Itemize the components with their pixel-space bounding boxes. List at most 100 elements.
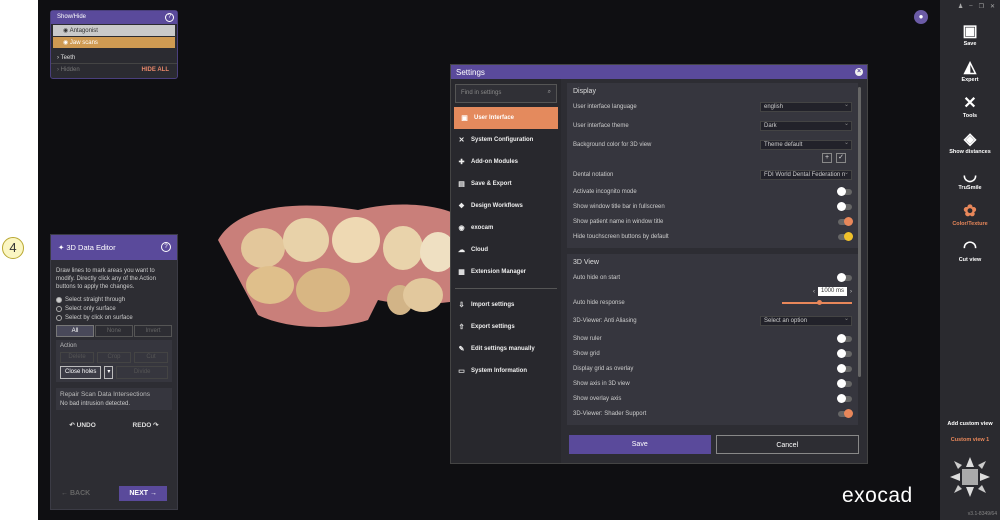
- puzzle-icon: ✚: [458, 159, 465, 166]
- hide-all-button[interactable]: HIDE ALL: [142, 67, 169, 73]
- crop-button[interactable]: Crop: [97, 352, 131, 363]
- settings-search-input[interactable]: Find in settings ⌕: [455, 84, 557, 103]
- action-section: Action Delete Crop Cut Close holes ▾ Div…: [56, 340, 172, 382]
- step-marker: 4: [2, 237, 24, 259]
- menu-addon-modules[interactable]: ✚ Add-on Modules: [451, 151, 561, 173]
- cut-view-icon: ◠: [963, 239, 977, 256]
- close-icon[interactable]: ✕: [990, 3, 995, 10]
- undo-button[interactable]: ↶ UNDO: [69, 421, 95, 429]
- menu-user-interface[interactable]: ▣ User Interface: [454, 107, 558, 129]
- help-icon[interactable]: ?: [161, 242, 171, 252]
- theme-select[interactable]: Dark: [760, 120, 852, 131]
- cut-view-button[interactable]: ◠ Cut view: [940, 232, 1000, 263]
- menu-save-export[interactable]: ▤ Save & Export: [451, 173, 561, 195]
- teeth-group[interactable]: › Teeth: [51, 49, 177, 64]
- add-color-button[interactable]: +: [822, 153, 832, 163]
- trusmile-icon: ◡: [963, 167, 977, 184]
- add-custom-view-button[interactable]: Add custom view: [940, 421, 1000, 427]
- save-icon: ▤: [458, 181, 465, 188]
- toggle-auto-hide[interactable]: [837, 273, 852, 282]
- background-select[interactable]: Theme default: [760, 139, 852, 150]
- version-label: v3.1-8349/64: [967, 511, 997, 517]
- export-icon: ⇧: [458, 324, 465, 331]
- cancel-button[interactable]: Cancel: [715, 435, 859, 454]
- expert-button[interactable]: ◭ Expert: [940, 52, 1000, 83]
- user-icon[interactable]: ♟: [958, 3, 963, 10]
- minimize-icon[interactable]: –: [969, 3, 972, 9]
- close-icon[interactable]: ×: [855, 68, 863, 76]
- editor-description: Draw lines to mark areas you want to mod…: [56, 268, 156, 290]
- settings-menu: Find in settings ⌕ ▣ User Interface ✕ Syste…: [451, 79, 561, 463]
- language-select[interactable]: english: [760, 101, 852, 112]
- restore-icon[interactable]: ❐: [979, 3, 984, 10]
- toggle-jaw-scans[interactable]: ◉ Jaw scans: [53, 37, 175, 48]
- radio-click-surface[interactable]: Select by click on surface: [51, 313, 177, 322]
- menu-export-settings[interactable]: ⇧ Export settings: [451, 316, 561, 338]
- toggle-patient-name[interactable]: [838, 217, 853, 226]
- editor-title: 3D Data Editor: [66, 243, 116, 252]
- response-slider[interactable]: [782, 300, 852, 305]
- response-value[interactable]: 1000 ms: [817, 287, 847, 296]
- import-icon: ⇩: [458, 302, 465, 309]
- toggle-touchscreen-buttons[interactable]: [838, 232, 853, 241]
- cut-button[interactable]: Cut: [134, 352, 168, 363]
- tools-button[interactable]: ✕ Tools: [940, 88, 1000, 119]
- notation-select[interactable]: FDI World Dental Federation n: [760, 169, 852, 180]
- settings-content: Display User interface languageenglish U…: [563, 79, 863, 463]
- radio-only-surface[interactable]: Select only surface: [51, 304, 177, 313]
- menu-import-settings[interactable]: ⇩ Import settings: [451, 294, 561, 316]
- redo-button[interactable]: REDO ↷: [133, 421, 159, 429]
- toggle-ruler[interactable]: [837, 334, 852, 343]
- radio-straight-through[interactable]: Select straight through: [51, 295, 177, 304]
- menu-exocam[interactable]: ◉ exocam: [451, 217, 561, 239]
- toggle-grid[interactable]: [837, 349, 852, 358]
- invert-selection-button[interactable]: Invert: [134, 325, 172, 337]
- toggle-overlay-axis[interactable]: [837, 394, 852, 403]
- data-editor-panel: ✦ 3D Data Editor? Draw lines to mark are…: [50, 234, 178, 510]
- tools-icon: ✕: [458, 137, 465, 144]
- select-all-button[interactable]: All: [56, 325, 94, 337]
- next-button[interactable]: NEXT →: [119, 486, 167, 501]
- repair-status: No bad intrusion detected.: [60, 401, 131, 407]
- delete-button[interactable]: Delete: [60, 352, 94, 363]
- toggle-incognito[interactable]: [837, 187, 852, 196]
- divide-button[interactable]: Divide: [116, 366, 168, 379]
- menu-extension-manager[interactable]: ▦ Extension Manager: [451, 261, 561, 283]
- hidden-group[interactable]: › Hidden HIDE ALL: [51, 64, 177, 76]
- repair-section: Repair Scan Data Intersections No bad in…: [56, 388, 172, 410]
- select-none-button[interactable]: None: [95, 325, 133, 337]
- menu-cloud[interactable]: ☁ Cloud: [451, 239, 561, 261]
- color-texture-button[interactable]: ✿ Color/Texture: [940, 196, 1000, 227]
- save-button[interactable]: Save: [569, 435, 711, 454]
- menu-design-workflows[interactable]: ❖ Design Workflows: [451, 195, 561, 217]
- floppy-icon: ▣: [962, 23, 978, 40]
- extension-icon: ▦: [458, 269, 465, 276]
- distances-icon: ◈: [963, 131, 977, 148]
- color-picker-icon[interactable]: ✓: [836, 153, 846, 163]
- toggle-grid-overlay[interactable]: [837, 364, 852, 373]
- exocad-logo: exocad: [842, 484, 913, 507]
- toggle-shader-support[interactable]: [838, 409, 853, 418]
- view-navigation-cube-icon[interactable]: [948, 455, 992, 499]
- toggle-title-bar[interactable]: [837, 202, 852, 211]
- help-icon[interactable]: ?: [165, 13, 174, 22]
- scrollbar[interactable]: [858, 87, 861, 377]
- close-holes-dropdown[interactable]: ▾: [104, 366, 114, 379]
- show-distances-button[interactable]: ◈ Show distances: [940, 124, 1000, 155]
- antialiasing-select[interactable]: Select an option: [760, 315, 852, 326]
- back-button[interactable]: ← BACK: [61, 490, 90, 497]
- save-tool-button[interactable]: ▣ Save: [940, 16, 1000, 47]
- notification-icon[interactable]: ●: [914, 10, 928, 24]
- trusmile-button[interactable]: ◡ TruSmile: [940, 160, 1000, 191]
- menu-system-information[interactable]: ▭ System Information: [451, 360, 561, 382]
- show-hide-panel: Show/Hide? ◉ Antagonist ◉ Jaw scans › Te…: [50, 10, 178, 79]
- toggle-axis[interactable]: [837, 379, 852, 388]
- close-holes-button[interactable]: Close holes: [60, 366, 102, 379]
- menu-system-configuration[interactable]: ✕ System Configuration: [451, 129, 561, 151]
- display-icon: ▣: [461, 115, 468, 122]
- workflow-icon: ❖: [458, 203, 465, 210]
- toggle-antagonist[interactable]: ◉ Antagonist: [53, 25, 175, 36]
- cloud-icon: ☁: [458, 247, 465, 254]
- custom-view-1[interactable]: Custom view 1: [940, 437, 1000, 443]
- menu-edit-settings[interactable]: ✎ Edit settings manually: [451, 338, 561, 360]
